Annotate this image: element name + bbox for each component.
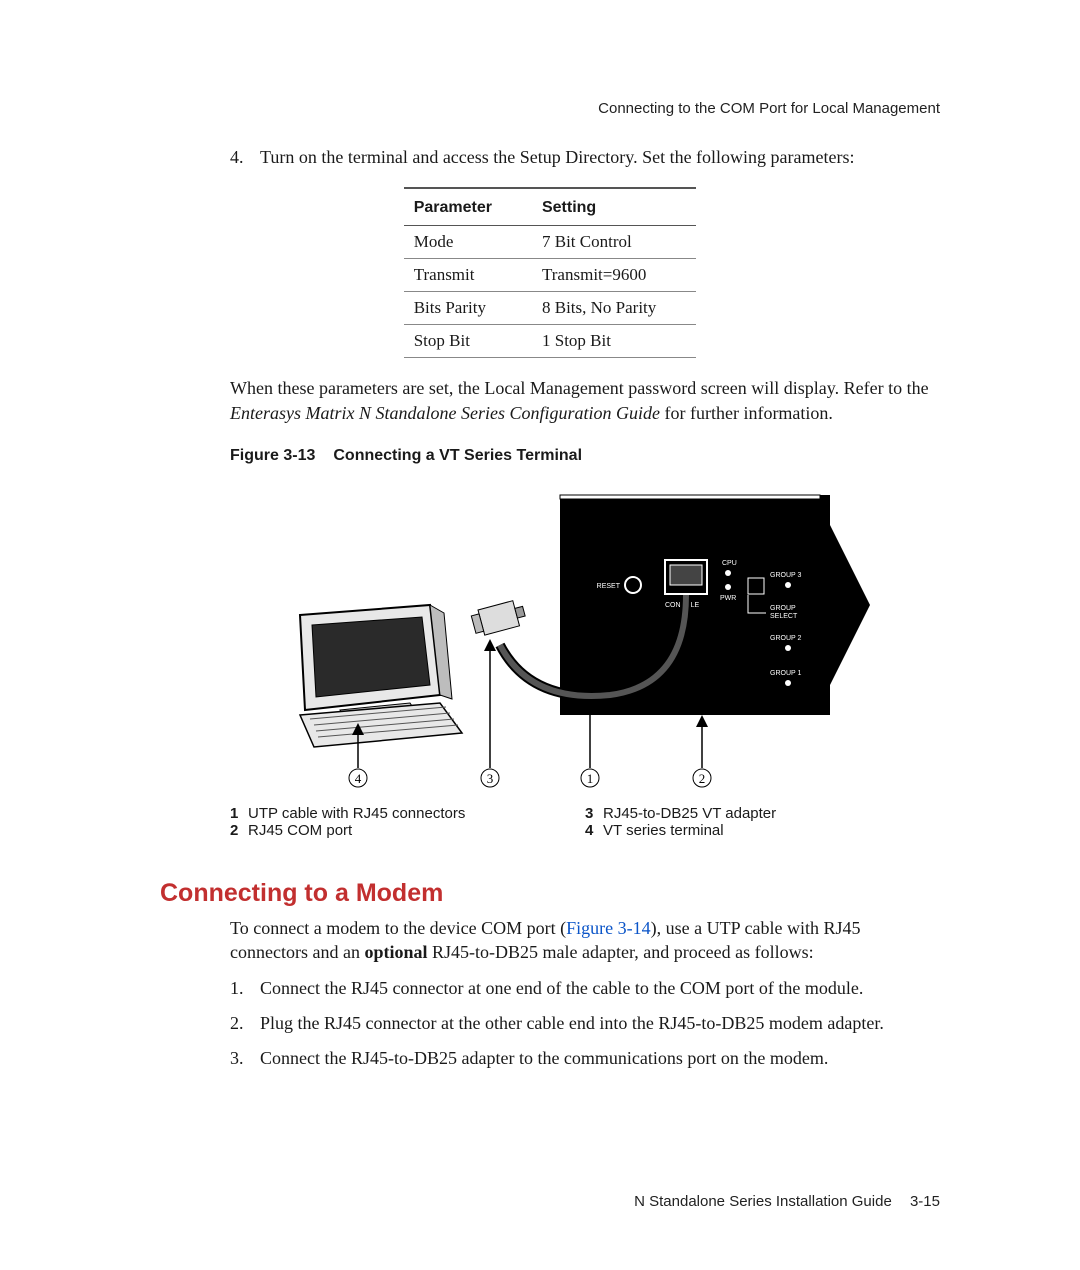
step-number: 2. [230,1009,260,1038]
legend-item: 3 RJ45-to-DB25 VT adapter [585,805,900,822]
device-label-reset: RESET [597,583,621,590]
figure-caption: Figure 3-13 Connecting a VT Series Termin… [230,447,940,465]
text: RJ45-to-DB25 male adapter, and proceed a… [427,942,813,962]
footer-page-number: 3-15 [910,1193,940,1210]
device-label-group-select-b: SELECT [770,613,798,620]
device-label-cpu: CPU [722,560,737,567]
legend-text: UTP cable with RJ45 connectors [248,805,465,822]
table-cell: Transmit [404,259,532,292]
keyboard-icon [300,703,462,747]
footer-guide-title: N Standalone Series Installation Guide [634,1193,892,1210]
legend-num: 2 [230,822,248,839]
device-label-group2: GROUP 2 [770,635,801,642]
table-cell: Mode [404,226,532,259]
figure-label: Figure 3-13 [230,447,315,464]
callout-4: 4 [349,769,367,787]
modem-steps-list: 1. Connect the RJ45 connector at one end… [230,974,940,1072]
device-label-group-select-a: GROUP [770,605,796,612]
callout-3: 3 [481,769,499,787]
table-header-row: Parameter Setting [404,188,697,226]
cross-reference-link[interactable]: Figure 3-14 [566,918,651,938]
table-cell: Bits Parity [404,292,532,325]
step-4: 4. Turn on the terminal and access the S… [230,145,940,169]
section-heading: Connecting to a Modem [160,879,940,908]
modem-intro-paragraph: To connect a modem to the device COM por… [230,916,940,965]
legend-item: 4 VT series terminal [585,822,900,839]
step-number: 1. [230,974,260,1003]
legend-text: RJ45 COM port [248,822,352,839]
device-label-group3: GROUP 3 [770,572,801,579]
table-cell: 7 Bit Control [532,226,696,259]
device-label-group1: GROUP 1 [770,670,801,677]
step-text: Connect the RJ45-to-DB25 adapter to the … [260,1044,828,1073]
table-cell: Stop Bit [404,325,532,358]
svg-text:1: 1 [587,771,594,786]
legend-item: 2 RJ45 COM port [230,822,545,839]
text: for further information. [660,403,833,423]
table-row: Mode 7 Bit Control [404,226,697,259]
legend-text: VT series terminal [603,822,724,839]
step-text: Turn on the terminal and access the Setu… [260,145,855,169]
step-number: 4. [230,145,260,169]
list-item: 2. Plug the RJ45 connector at the other … [230,1009,940,1038]
page-footer: N Standalone Series Installation Guide 3… [634,1193,940,1210]
list-item: 3. Connect the RJ45-to-DB25 adapter to t… [230,1044,940,1073]
step-number: 3. [230,1044,260,1073]
running-header: Connecting to the COM Port for Local Man… [598,100,940,117]
document-page: Connecting to the COM Port for Local Man… [0,0,1080,1270]
citation-italic: Enterasys Matrix N Standalone Series Con… [230,403,660,423]
legend-text: RJ45-to-DB25 VT adapter [603,805,776,822]
svg-text:4: 4 [355,771,362,786]
legend-num: 4 [585,822,603,839]
callout-2: 2 [693,769,711,787]
table-cell: Transmit=9600 [532,259,696,292]
legend-num: 1 [230,805,248,822]
table-row: Bits Parity 8 Bits, No Parity [404,292,697,325]
parameter-table: Parameter Setting Mode 7 Bit Control Tra… [404,187,697,358]
terminal-diagram-svg: CPU RESET CONSOLE PWR GROUP SELECT GROUP… [230,485,870,795]
list-item: 1. Connect the RJ45 connector at one end… [230,974,940,1003]
legend-num: 3 [585,805,603,822]
device-label-pwr: PWR [720,595,736,602]
text: To connect a modem to the device COM por… [230,918,566,938]
table-header: Parameter [404,188,532,226]
step-text: Plug the RJ45 connector at the other cab… [260,1009,884,1038]
page-content: 4. Turn on the terminal and access the S… [160,145,940,1073]
after-table-paragraph: When these parameters are set, the Local… [230,376,940,425]
figure-title: Connecting a VT Series Terminal [333,447,582,464]
table-cell: 1 Stop Bit [532,325,696,358]
table-row: Transmit Transmit=9600 [404,259,697,292]
figure-diagram: CPU RESET CONSOLE PWR GROUP SELECT GROUP… [230,485,870,795]
figure-legend: 1 UTP cable with RJ45 connectors 2 RJ45 … [230,805,940,839]
table-row: Stop Bit 1 Stop Bit [404,325,697,358]
table-cell: 8 Bits, No Parity [532,292,696,325]
callout-1: 1 [581,769,599,787]
legend-item: 1 UTP cable with RJ45 connectors [230,805,545,822]
svg-text:2: 2 [699,771,706,786]
step-text: Connect the RJ45 connector at one end of… [260,974,863,1003]
svg-text:3: 3 [487,771,494,786]
bold-text: optional [364,942,427,962]
table-header: Setting [532,188,696,226]
text: When these parameters are set, the Local… [230,378,929,398]
